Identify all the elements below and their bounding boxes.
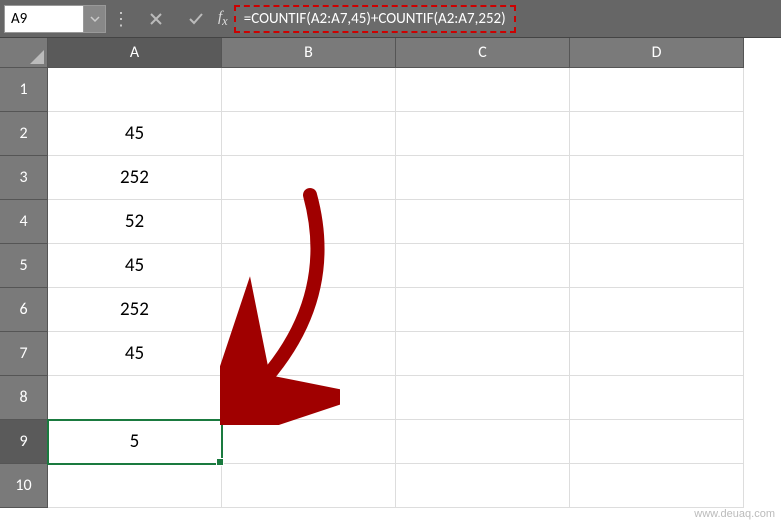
row-header-9[interactable]: 9 xyxy=(0,420,48,464)
cell-A5[interactable]: 45 xyxy=(48,244,222,288)
cell-B2[interactable] xyxy=(222,112,396,156)
cell-A2[interactable]: 45 xyxy=(48,112,222,156)
cell-C10[interactable] xyxy=(396,464,570,508)
row-header-7[interactable]: 7 xyxy=(0,332,48,376)
cell-A8[interactable] xyxy=(48,376,222,420)
cell-D1[interactable] xyxy=(570,68,744,112)
cell-C9[interactable] xyxy=(396,420,570,464)
cell-A9[interactable]: 5 xyxy=(48,420,222,464)
formula-input[interactable]: =COUNTIF(A2:A7,45)+COUNTIF(A2:A7,252) xyxy=(234,5,516,33)
watermark: www.deuaq.com xyxy=(694,508,775,520)
x-icon xyxy=(147,10,165,28)
col-header-B[interactable]: B xyxy=(222,38,396,68)
row-header-6[interactable]: 6 xyxy=(0,288,48,332)
cell-A3[interactable]: 252 xyxy=(48,156,222,200)
cell-C8[interactable] xyxy=(396,376,570,420)
col-header-D[interactable]: D xyxy=(570,38,744,68)
cell-C4[interactable] xyxy=(396,200,570,244)
row-header-2[interactable]: 2 xyxy=(0,112,48,156)
row-header-3[interactable]: 3 xyxy=(0,156,48,200)
col-header-C[interactable]: C xyxy=(396,38,570,68)
name-box-dropdown[interactable] xyxy=(84,5,106,33)
cell-C7[interactable] xyxy=(396,332,570,376)
cell-B1[interactable] xyxy=(222,68,396,112)
cell-D6[interactable] xyxy=(570,288,744,332)
name-box[interactable]: A9 xyxy=(4,5,84,33)
chevron-down-icon xyxy=(90,14,100,24)
cell-B6[interactable] xyxy=(222,288,396,332)
check-icon xyxy=(187,10,205,28)
cell-B5[interactable] xyxy=(222,244,396,288)
row-header-1[interactable]: 1 xyxy=(0,68,48,112)
cell-C6[interactable] xyxy=(396,288,570,332)
cell-A1[interactable] xyxy=(48,68,222,112)
cell-C5[interactable] xyxy=(396,244,570,288)
name-box-value: A9 xyxy=(11,10,27,28)
cell-A7[interactable]: 45 xyxy=(48,332,222,376)
cell-C1[interactable] xyxy=(396,68,570,112)
select-all-corner[interactable] xyxy=(0,38,48,68)
cell-C3[interactable] xyxy=(396,156,570,200)
cell-B3[interactable] xyxy=(222,156,396,200)
row-header-8[interactable]: 8 xyxy=(0,376,48,420)
cell-B4[interactable] xyxy=(222,200,396,244)
cell-A6[interactable]: 252 xyxy=(48,288,222,332)
cell-D5[interactable] xyxy=(570,244,744,288)
fx-icon[interactable]: fx xyxy=(218,9,228,29)
cell-A10[interactable] xyxy=(48,464,222,508)
cell-B9[interactable] xyxy=(222,420,396,464)
row-header-5[interactable]: 5 xyxy=(0,244,48,288)
spreadsheet-grid: A B C D 1 2 45 3 252 4 52 5 45 6 252 7 4… xyxy=(0,38,781,508)
separator-icon: ⋮ xyxy=(112,8,130,30)
cell-D8[interactable] xyxy=(570,376,744,420)
cell-B10[interactable] xyxy=(222,464,396,508)
cell-B8[interactable] xyxy=(222,376,396,420)
formula-text: =COUNTIF(A2:A7,45)+COUNTIF(A2:A7,252) xyxy=(244,10,506,28)
cell-D4[interactable] xyxy=(570,200,744,244)
cell-D2[interactable] xyxy=(570,112,744,156)
cancel-formula-button[interactable] xyxy=(140,5,172,33)
cell-A4[interactable]: 52 xyxy=(48,200,222,244)
col-header-A[interactable]: A xyxy=(48,38,222,68)
cell-D3[interactable] xyxy=(570,156,744,200)
cell-B7[interactable] xyxy=(222,332,396,376)
cell-C2[interactable] xyxy=(396,112,570,156)
formula-bar: A9 ⋮ fx =COUNTIF(A2:A7,45)+COUNTIF(A2:A7… xyxy=(0,0,781,38)
row-header-10[interactable]: 10 xyxy=(0,464,48,508)
row-header-4[interactable]: 4 xyxy=(0,200,48,244)
confirm-formula-button[interactable] xyxy=(180,5,212,33)
cell-D10[interactable] xyxy=(570,464,744,508)
cell-D9[interactable] xyxy=(570,420,744,464)
cell-D7[interactable] xyxy=(570,332,744,376)
